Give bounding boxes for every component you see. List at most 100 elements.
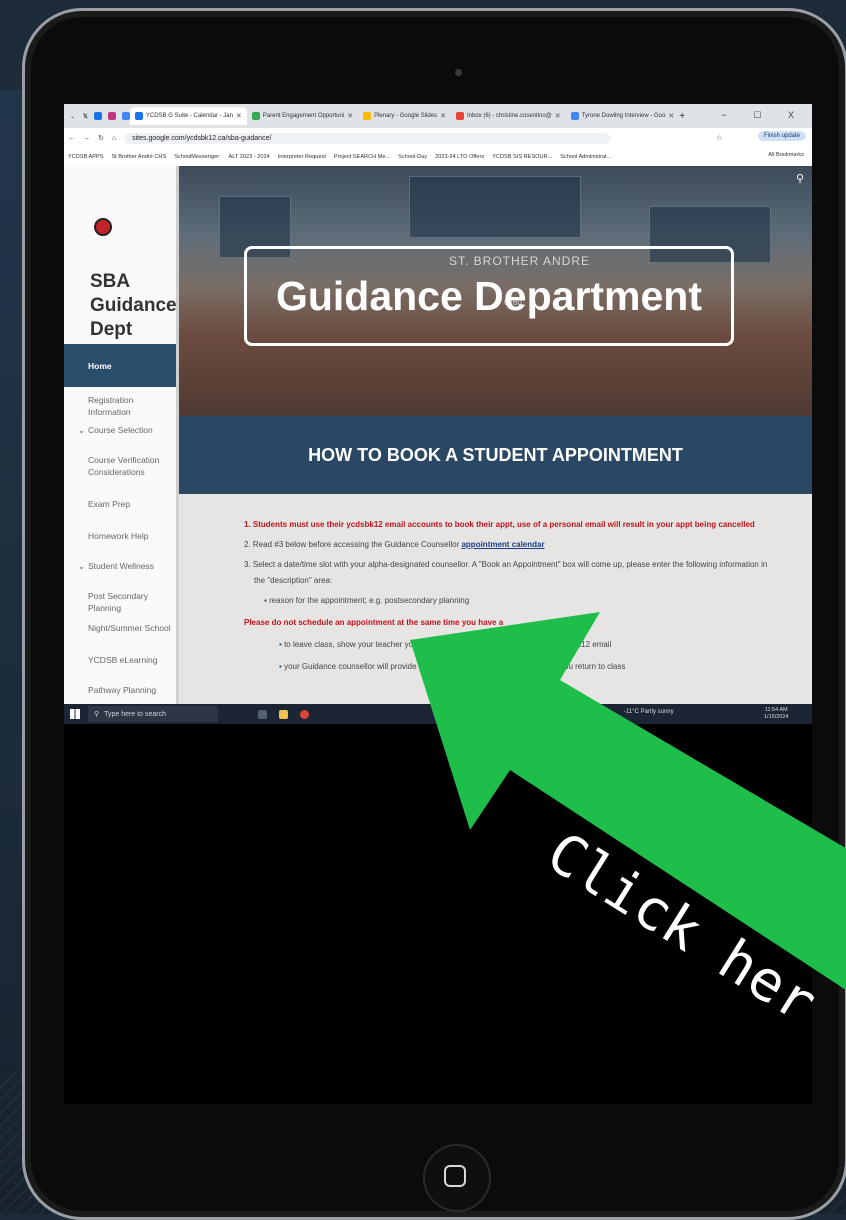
bookmark-item[interactable]: Project SEARCH Me... xyxy=(330,154,394,160)
nav-post-secondary[interactable]: Post Secondary Planning xyxy=(64,590,176,614)
bullet-leave-class: to leave class, show your teacher your s xyxy=(279,640,426,649)
back-icon[interactable]: ← xyxy=(64,135,79,142)
chevron-down-icon: ⌄ xyxy=(78,561,86,571)
calendar-icon xyxy=(134,112,143,120)
new-tab-button[interactable]: + xyxy=(679,111,685,122)
instructions-content: 1. Students must use their ycdsbk12 emai… xyxy=(179,494,812,704)
tab-label: Inbox (6) - christine.cosentino@ xyxy=(466,113,552,119)
nav-night-summer[interactable]: Night/Summer School xyxy=(64,622,176,634)
nav-student-wellness[interactable]: ⌄ Student Wellness xyxy=(64,560,176,572)
bullet-counsellor: your Guidance counsellor will provide yo xyxy=(279,662,427,671)
bookmark-item[interactable]: YCDSB APPS xyxy=(64,154,107,160)
browser-tab-bar: ⌄ 𝕏 YCDSB G Suite - Calendar - Jan ✕ Pare… xyxy=(64,104,812,128)
task-view-icon[interactable] xyxy=(258,709,267,719)
hero-title: Guidance Department xyxy=(275,272,703,319)
tab-interview[interactable]: Tyrone Dowling Interview - Goo ✕ xyxy=(566,107,680,125)
close-icon[interactable]: ✕ xyxy=(236,112,242,120)
step-1: 1. Students must use their ycdsbk12 emai… xyxy=(244,520,755,529)
bullet-counsellor-end: ou return to class xyxy=(564,662,626,671)
camera-dot xyxy=(455,69,462,76)
appointment-calendar-link[interactable]: appointment calendar xyxy=(461,540,544,549)
home-square-icon xyxy=(444,1165,466,1187)
x-app-icon[interactable]: 𝕏 xyxy=(83,113,88,120)
nav-home[interactable]: Home xyxy=(64,344,176,387)
tab-label: YCDSB G Suite - Calendar - Jan xyxy=(145,113,233,119)
section-banner: HOW TO BOOK A STUDENT APPOINTMENT xyxy=(179,416,812,494)
window-controls[interactable]: − ☐ X xyxy=(722,110,806,121)
nav-label: Course Selection xyxy=(88,425,153,435)
close-icon[interactable]: ✕ xyxy=(347,112,353,120)
tab-label: Parent Engagement Opportuni xyxy=(262,113,345,119)
section-heading: HOW TO BOOK A STUDENT APPOINTMENT xyxy=(308,444,683,465)
search-icon: ⚲ xyxy=(94,711,100,718)
bullet-leave-class-end: dar or k12 email xyxy=(554,640,612,649)
windows-taskbar: ⚲ Type here to search -11°C Partly sunny … xyxy=(64,704,812,724)
tab-plenary[interactable]: Plenary - Google Slides ✕ xyxy=(358,107,451,125)
bullet-reason: reason for the appointment; e.g. postsec… xyxy=(264,596,469,605)
nav-elearning[interactable]: YCDSB eLearning xyxy=(64,654,176,666)
bookmark-item[interactable]: Interpreter Request xyxy=(274,154,330,160)
step-3-line2: the "description" area: xyxy=(254,576,333,585)
bookmark-item[interactable]: School Administrat... xyxy=(556,154,615,160)
file-explorer-icon[interactable] xyxy=(279,709,288,719)
close-icon[interactable]: ✕ xyxy=(668,112,674,120)
nav-exam-prep[interactable]: Exam Prep xyxy=(64,498,176,510)
home-button[interactable] xyxy=(423,1144,491,1212)
bookmark-star-icon[interactable]: ☆ xyxy=(716,134,722,142)
school-logo[interactable] xyxy=(94,218,112,236)
bookmark-item[interactable]: ALT 2023 - 2024 xyxy=(225,154,274,160)
finish-update-button[interactable]: Finish update xyxy=(757,131,806,141)
calendar-app-icon[interactable] xyxy=(93,112,102,120)
drive-icon xyxy=(251,112,260,120)
reload-icon[interactable]: ↻ xyxy=(94,134,108,142)
step-2: 2. Read #3 below before accessing the Gu… xyxy=(244,540,545,549)
building-window xyxy=(409,176,581,238)
forward-icon[interactable]: → xyxy=(79,135,94,142)
home-icon[interactable]: ⌂ xyxy=(108,135,120,142)
gmail-icon xyxy=(455,112,464,120)
address-bar: ← → ↻ ⌂ sites.google.com/ycdsbk12.ca/sba… xyxy=(64,128,812,148)
hero-banner: ST. BROTHER ANDRE 6160 Guidance Departme… xyxy=(179,166,812,416)
instagram-app-icon[interactable] xyxy=(107,112,116,120)
search-icon[interactable]: ⚲ xyxy=(796,172,804,185)
bookmark-item[interactable]: 2023-24 LTO Offers xyxy=(431,154,488,160)
tab-calendar[interactable]: YCDSB G Suite - Calendar - Jan ✕ xyxy=(129,107,247,125)
search-placeholder: Type here to search xyxy=(104,710,167,718)
url-field[interactable]: sites.google.com/ycdsbk12.ca/sba-guidanc… xyxy=(124,132,611,144)
nav-registration[interactable]: Registration Information xyxy=(64,394,176,418)
tab-inbox[interactable]: Inbox (6) - christine.cosentino@ ✕ xyxy=(451,107,566,125)
site-title[interactable]: SBA Guidance Dept xyxy=(90,270,177,342)
site-sidebar: SBA Guidance Dept Home Registration Info… xyxy=(64,166,179,704)
taskbar-search[interactable]: ⚲ Type here to search xyxy=(88,706,218,722)
nav-pathway-planning[interactable]: Pathway Planning xyxy=(64,684,176,696)
close-icon[interactable]: ✕ xyxy=(440,112,446,120)
chrome-icon[interactable] xyxy=(300,709,309,719)
tab-menu-icon[interactable]: ⌄ xyxy=(70,113,75,120)
nav-homework-help[interactable]: Homework Help xyxy=(64,530,176,542)
clock[interactable]: 11:54 AM 1/15/2024 xyxy=(764,707,788,721)
bookmark-item[interactable]: St Brother André CHS xyxy=(107,154,170,160)
all-bookmarks-button[interactable]: All Bookmarks xyxy=(764,152,808,158)
nav-label: Student Wellness xyxy=(88,561,154,571)
bookmark-item[interactable]: School-Day xyxy=(394,154,431,160)
close-icon[interactable]: ✕ xyxy=(555,112,561,120)
slides-icon xyxy=(363,112,372,120)
windows-start-icon[interactable] xyxy=(70,709,80,719)
step-2-text: 2. Read #3 below before accessing the Gu… xyxy=(244,540,462,549)
warning-text: Please do not schedule an appointment at… xyxy=(244,618,504,627)
tab-parent-engagement[interactable]: Parent Engagement Opportuni ✕ xyxy=(247,107,358,125)
clock-date: 1/15/2024 xyxy=(764,714,789,720)
bookmark-item[interactable]: YCDSB SIS RESOUR... xyxy=(488,154,556,160)
step-3-line1: 3. Select a date/time slot with your alp… xyxy=(244,560,768,569)
docs-app-icon[interactable] xyxy=(121,112,130,120)
weather-widget[interactable]: -11°C Partly sunny xyxy=(624,709,674,715)
bookmarks-bar: YCDSB APPS St Brother André CHS SchoolMe… xyxy=(64,148,812,167)
webpage: SBA Guidance Dept Home Registration Info… xyxy=(64,166,812,704)
clock-time: 11:54 AM xyxy=(764,707,788,713)
nav-course-verification[interactable]: Course Verification Considerations xyxy=(64,454,176,478)
tab-label: Plenary - Google Slides xyxy=(374,113,438,119)
chevron-down-icon: ⌄ xyxy=(78,425,86,435)
bookmark-item[interactable]: SchoolMessenger: xyxy=(170,154,224,160)
hero-title-box: Guidance Department xyxy=(244,246,734,346)
nav-course-selection[interactable]: ⌄ Course Selection xyxy=(64,424,176,436)
